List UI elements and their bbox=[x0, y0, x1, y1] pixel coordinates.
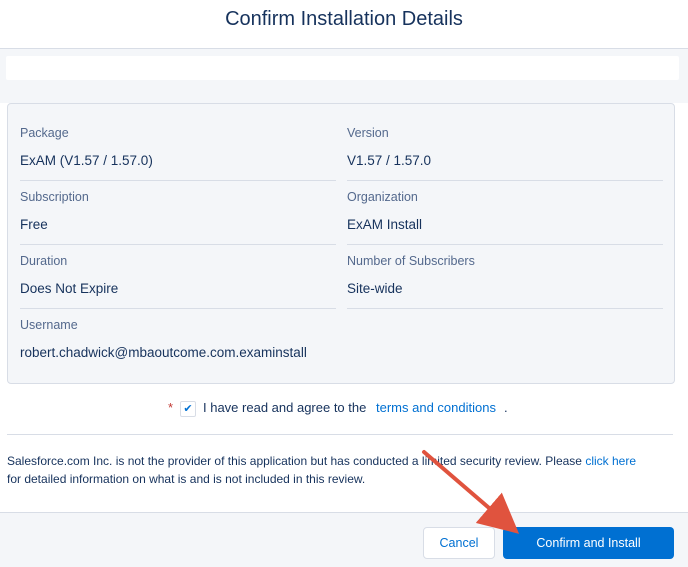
required-mark: * bbox=[168, 400, 174, 415]
checkmark-icon: ✔ bbox=[183, 403, 193, 415]
duration-field: Duration Does Not Expire bbox=[20, 254, 118, 296]
username-field: Username robert.chadwick@mbaoutcome.com.… bbox=[20, 318, 307, 360]
divider bbox=[20, 308, 336, 309]
cancel-button[interactable]: Cancel bbox=[423, 527, 495, 559]
divider bbox=[347, 244, 663, 245]
divider bbox=[347, 308, 663, 309]
version-field: Version V1.57 / 1.57.0 bbox=[347, 126, 431, 168]
subscription-label: Subscription bbox=[20, 190, 89, 204]
installation-details-panel: Package ExAM (V1.57 / 1.57.0) Version V1… bbox=[7, 103, 675, 384]
confirm-and-install-button[interactable]: Confirm and Install bbox=[503, 527, 674, 559]
subscription-field: Subscription Free bbox=[20, 190, 89, 232]
agree-checkbox[interactable]: ✔ bbox=[180, 401, 196, 417]
subscribers-label: Number of Subscribers bbox=[347, 254, 475, 268]
click-here-link[interactable]: click here bbox=[585, 454, 636, 468]
username-label: Username bbox=[20, 318, 78, 332]
divider bbox=[347, 180, 663, 181]
notice-text: Salesforce.com Inc. is not the provider … bbox=[7, 454, 582, 468]
dialog-footer: Cancel Confirm and Install bbox=[0, 512, 688, 567]
divider bbox=[20, 180, 336, 181]
subscribers-field: Number of Subscribers Site-wide bbox=[347, 254, 475, 296]
notice-text-continued: for detailed information on what is and … bbox=[7, 472, 366, 486]
duration-value: Does Not Expire bbox=[20, 281, 119, 296]
version-value: V1.57 / 1.57.0 bbox=[347, 153, 432, 168]
divider bbox=[7, 434, 673, 435]
package-field: Package ExAM (V1.57 / 1.57.0) bbox=[20, 126, 153, 168]
terms-agreement: * ✔ I have read and agree to the terms a… bbox=[0, 398, 688, 420]
subscribers-value: Site-wide bbox=[347, 281, 403, 296]
version-label: Version bbox=[347, 126, 389, 140]
username-value: robert.chadwick@mbaoutcome.com.examinsta… bbox=[20, 345, 307, 360]
divider bbox=[20, 244, 336, 245]
organization-field: Organization ExAM Install bbox=[347, 190, 422, 232]
terms-link[interactable]: terms and conditions bbox=[376, 400, 496, 415]
organization-value: ExAM Install bbox=[347, 217, 423, 232]
duration-label: Duration bbox=[20, 254, 68, 268]
security-notice: Salesforce.com Inc. is not the provider … bbox=[7, 452, 673, 488]
dialog-header: Confirm Installation Details bbox=[0, 0, 688, 49]
agree-period: . bbox=[504, 400, 508, 415]
package-value: ExAM (V1.57 / 1.57.0) bbox=[20, 153, 153, 168]
organization-label: Organization bbox=[347, 190, 418, 204]
blank-banner bbox=[6, 56, 679, 80]
dialog-title: Confirm Installation Details bbox=[225, 8, 463, 30]
package-label: Package bbox=[20, 126, 69, 140]
subscription-value: Free bbox=[20, 217, 48, 232]
agree-text: I have read and agree to the bbox=[203, 400, 367, 415]
